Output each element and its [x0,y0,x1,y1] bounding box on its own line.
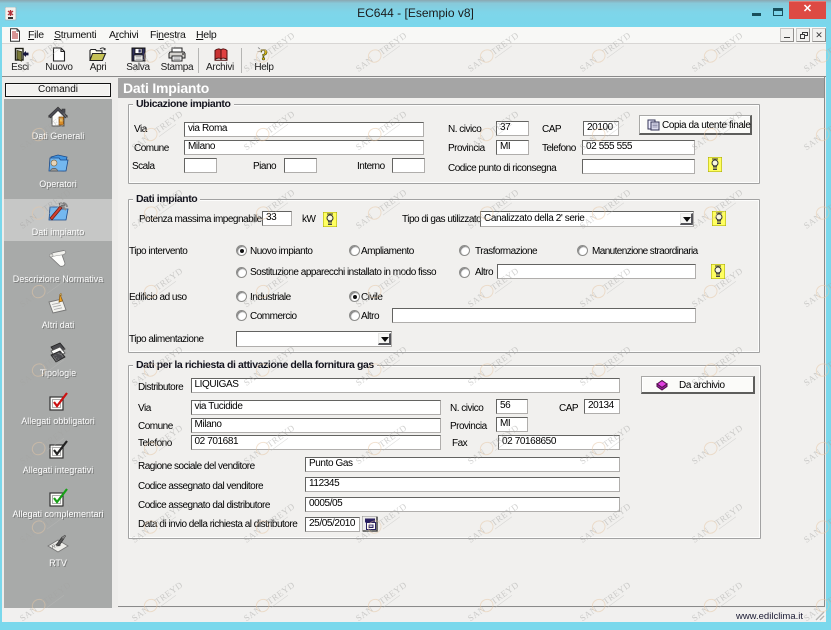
svg-text:?: ? [260,47,268,62]
